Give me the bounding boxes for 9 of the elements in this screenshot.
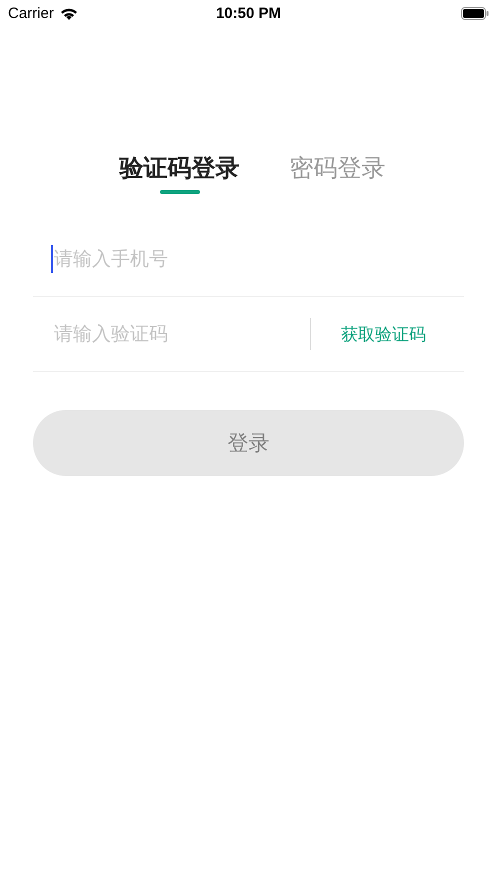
get-code-button[interactable]: 获取验证码 (341, 322, 426, 346)
wifi-icon (60, 6, 78, 20)
input-field[interactable]: 请输入验证码 (51, 320, 310, 348)
status-time: 10:50 PM (216, 4, 282, 22)
login-tab[interactable]: 验证码登录 (120, 152, 240, 194)
carrier-label: Carrier (8, 4, 54, 22)
login-tab[interactable]: 密码登录 (290, 152, 386, 194)
input-field[interactable]: 请输入手机号 (51, 245, 464, 273)
battery-icon (460, 6, 489, 20)
